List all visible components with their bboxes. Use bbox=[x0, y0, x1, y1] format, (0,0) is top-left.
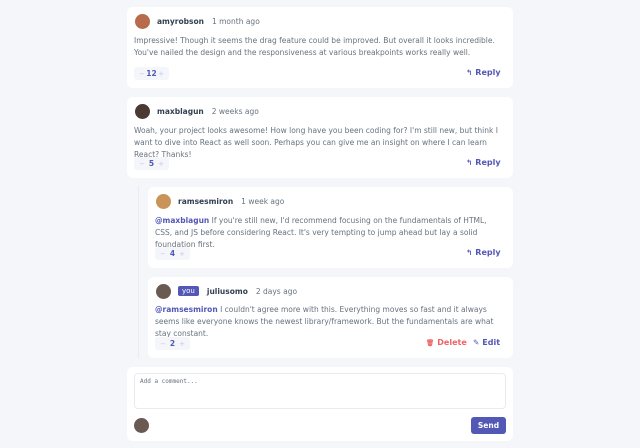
pencil-icon: ✎ bbox=[473, 338, 480, 347]
downvote-button[interactable]: − bbox=[160, 250, 166, 258]
downvote-button[interactable]: − bbox=[160, 340, 166, 348]
vote-control: − 2 + bbox=[155, 337, 190, 350]
reply-button[interactable]: ↰ Reply bbox=[466, 248, 501, 257]
comment-text: @maxblagun If you're still new, I'd reco… bbox=[155, 216, 487, 249]
avatar bbox=[135, 103, 150, 119]
comment-card: amyrobson 1 month ago Impressive! Though… bbox=[127, 7, 513, 88]
reply-button[interactable]: ↰ Reply bbox=[466, 68, 501, 77]
comment-time: 1 week ago bbox=[241, 196, 285, 206]
reply-card: ramsesmiron 1 week ago @maxblagun If you… bbox=[148, 187, 513, 268]
mention-link[interactable]: @ramsesmiron bbox=[155, 305, 218, 314]
mention-link[interactable]: @maxblagun bbox=[155, 216, 209, 225]
comment-username: ramsesmiron bbox=[178, 196, 234, 206]
comment-input[interactable] bbox=[134, 373, 506, 409]
vote-score: 5 bbox=[148, 159, 155, 168]
comment-text: Impressive! Though it seems the drag fea… bbox=[134, 36, 495, 57]
reply-icon: ↰ bbox=[466, 158, 473, 167]
upvote-button[interactable]: + bbox=[158, 70, 164, 78]
edit-button[interactable]: ✎ Edit bbox=[473, 338, 500, 347]
reply-icon: ↰ bbox=[466, 248, 473, 257]
comment-username: amyrobson bbox=[157, 16, 204, 26]
upvote-button[interactable]: + bbox=[179, 250, 185, 258]
comment-text: Woah, your project looks awesome! How lo… bbox=[134, 126, 498, 159]
vote-control: − 12 + bbox=[134, 67, 169, 80]
trash-icon: 🗑 bbox=[426, 338, 435, 347]
comment-username: maxblagun bbox=[157, 106, 204, 116]
reply-thread-line bbox=[138, 186, 139, 358]
you-badge: you bbox=[178, 286, 199, 296]
reply-button[interactable]: ↰ Reply bbox=[466, 158, 501, 167]
comment-text: @ramsesmiron I couldn't agree more with … bbox=[155, 305, 494, 338]
vote-score: 4 bbox=[169, 249, 176, 258]
avatar bbox=[156, 193, 171, 209]
vote-control: − 4 + bbox=[155, 247, 190, 260]
delete-button[interactable]: 🗑 Delete bbox=[426, 338, 467, 347]
comment-card: maxblagun 2 weeks ago Woah, your project… bbox=[127, 97, 513, 178]
downvote-button[interactable]: − bbox=[139, 160, 145, 168]
comment-time: 2 weeks ago bbox=[211, 106, 259, 116]
send-button[interactable]: Send bbox=[471, 417, 506, 434]
vote-score: 12 bbox=[146, 69, 157, 78]
avatar bbox=[134, 418, 149, 433]
comment-time: 1 month ago bbox=[211, 16, 260, 26]
comment-time: 2 days ago bbox=[255, 286, 298, 296]
avatar bbox=[135, 13, 150, 29]
reply-icon: ↰ bbox=[466, 68, 473, 77]
downvote-button[interactable]: − bbox=[139, 70, 145, 78]
upvote-button[interactable]: + bbox=[158, 160, 164, 168]
upvote-button[interactable]: + bbox=[179, 340, 185, 348]
vote-control: − 5 + bbox=[134, 157, 169, 170]
avatar bbox=[156, 283, 171, 299]
vote-score: 2 bbox=[169, 339, 176, 348]
reply-card: you juliusomo 2 days ago @ramsesmiron I … bbox=[148, 277, 513, 358]
comment-username: juliusomo bbox=[206, 286, 248, 296]
